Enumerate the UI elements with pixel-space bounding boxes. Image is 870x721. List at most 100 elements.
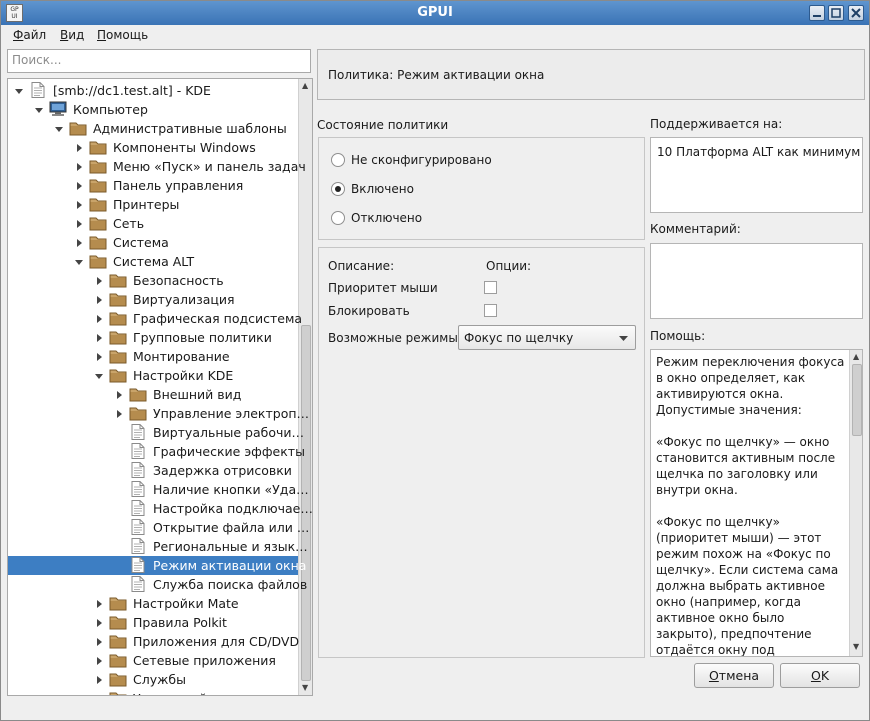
tree-item[interactable]: Система ALT bbox=[8, 252, 298, 271]
tree-item-label: Настройка подключае… bbox=[153, 501, 313, 516]
collapse-arrow-icon[interactable] bbox=[74, 199, 84, 209]
minimize-button[interactable] bbox=[809, 5, 825, 21]
description-label: Описание: bbox=[328, 259, 395, 273]
collapse-arrow-icon[interactable] bbox=[94, 655, 104, 665]
title-bar[interactable]: GP UI GPUI bbox=[1, 1, 869, 25]
tree-item[interactable]: Региональные и язык… bbox=[8, 537, 308, 556]
expand-arrow-icon[interactable] bbox=[74, 256, 84, 266]
tree-item[interactable]: Безопасность bbox=[8, 271, 298, 290]
tree-item[interactable]: Настройки Mate bbox=[8, 594, 298, 613]
mouse-priority-checkbox[interactable] bbox=[484, 281, 497, 294]
tree-item[interactable]: Монтирование bbox=[8, 347, 298, 366]
collapse-arrow-icon[interactable] bbox=[94, 294, 104, 304]
cancel-label: тмена bbox=[718, 668, 760, 683]
tree-item[interactable]: Виртуальные рабочи… bbox=[8, 423, 304, 442]
help-textbox[interactable]: Режим переключения фокуса в окно определ… bbox=[650, 349, 863, 657]
tree-item[interactable]: Принтеры bbox=[8, 195, 298, 214]
scroll-up-icon[interactable]: ▲ bbox=[302, 81, 308, 90]
close-icon bbox=[851, 8, 861, 18]
collapse-arrow-icon[interactable] bbox=[114, 408, 124, 418]
policy-tree[interactable]: ▲ ▼ [smb://dc1.test.alt] - KDE Компьютер А… bbox=[7, 78, 313, 696]
scroll-down-icon[interactable]: ▼ bbox=[302, 683, 308, 692]
menu-file[interactable]: Файл bbox=[13, 28, 46, 42]
expand-arrow-icon[interactable] bbox=[14, 85, 24, 95]
tree-item[interactable]: Графические эффекты bbox=[8, 442, 305, 461]
tree-item[interactable]: Панель управления bbox=[8, 176, 298, 195]
collapse-arrow-icon[interactable] bbox=[94, 674, 104, 684]
tree-item[interactable]: Меню «Пуск» и панель задач bbox=[8, 157, 306, 176]
radio-enabled-circle[interactable] bbox=[331, 182, 345, 196]
tree-item-label: Задержка отрисовки bbox=[153, 463, 292, 478]
radio-disabled-circle[interactable] bbox=[331, 211, 345, 225]
collapse-arrow-icon[interactable] bbox=[74, 161, 84, 171]
close-button[interactable] bbox=[848, 5, 864, 21]
folder-icon bbox=[109, 310, 127, 326]
help-scroll-down-icon[interactable]: ▼ bbox=[853, 642, 859, 651]
collapse-arrow-icon[interactable] bbox=[94, 693, 104, 695]
collapse-arrow-icon[interactable] bbox=[74, 180, 84, 190]
collapse-arrow-icon[interactable] bbox=[74, 218, 84, 228]
menu-help[interactable]: Помощь bbox=[97, 28, 148, 42]
ok-button[interactable]: OK bbox=[780, 663, 860, 688]
help-scrollbar-thumb[interactable] bbox=[852, 364, 862, 436]
tree-item[interactable]: Правила Polkit bbox=[8, 613, 298, 632]
minimize-icon bbox=[813, 15, 821, 17]
modes-select-value: Фокус по щелчку bbox=[464, 331, 574, 345]
tree-item[interactable]: [smb://dc1.test.alt] - KDE bbox=[8, 81, 298, 100]
tree-item[interactable]: Графическая подсистема bbox=[8, 309, 302, 328]
tree-item[interactable]: Сеть bbox=[8, 214, 298, 233]
tree-item[interactable]: Система bbox=[8, 233, 298, 252]
tree-item-label: Настройки KDE bbox=[133, 368, 234, 383]
menu-view[interactable]: Вид bbox=[60, 28, 84, 42]
tree-item-label: Управление электроп… bbox=[153, 406, 310, 421]
collapse-arrow-icon[interactable] bbox=[94, 636, 104, 646]
expand-arrow-icon[interactable] bbox=[34, 104, 44, 114]
tree-item[interactable]: Службы bbox=[8, 670, 298, 689]
collapse-arrow-icon[interactable] bbox=[94, 275, 104, 285]
tree-item[interactable]: Открытие файла или … bbox=[8, 518, 309, 537]
search-input[interactable]: Поиск... bbox=[7, 49, 311, 73]
tree-item[interactable]: Административные шаблоны bbox=[8, 119, 298, 138]
block-checkbox[interactable] bbox=[484, 304, 497, 317]
radio-not-configured-circle[interactable] bbox=[331, 153, 345, 167]
tree-item[interactable]: Приложения для CD/DVD bbox=[8, 632, 300, 651]
tree-item-label: Принтеры bbox=[113, 197, 180, 212]
collapse-arrow-icon[interactable] bbox=[94, 351, 104, 361]
menu-view-mnemonic: В bbox=[60, 28, 69, 42]
tree-item[interactable]: Настройка подключае… bbox=[8, 499, 312, 518]
collapse-arrow-icon[interactable] bbox=[74, 142, 84, 152]
supported-field[interactable]: 10 Платформа ALT как минимум bbox=[650, 137, 863, 213]
tree-item[interactable]: Управление электроп… bbox=[8, 404, 309, 423]
tree-item[interactable]: Служба поиска файлов bbox=[8, 575, 307, 594]
maximize-button[interactable] bbox=[828, 5, 844, 21]
tree-item[interactable]: Режим активации окна bbox=[8, 556, 306, 575]
modes-select[interactable]: Фокус по щелчку bbox=[458, 325, 636, 350]
tree-item[interactable]: Компоненты Windows bbox=[8, 138, 298, 157]
tree-item[interactable]: Настройки KDE bbox=[8, 366, 298, 385]
state-label: Состояние политики bbox=[317, 118, 449, 132]
tree-item[interactable]: Удаленный доступ через bbox=[8, 689, 298, 695]
collapse-arrow-icon[interactable] bbox=[94, 332, 104, 342]
collapse-arrow-icon[interactable] bbox=[94, 617, 104, 627]
tree-item[interactable]: Внешний вид bbox=[8, 385, 298, 404]
help-scrollbar[interactable]: ▲ ▼ bbox=[849, 350, 862, 656]
collapse-arrow-icon[interactable] bbox=[94, 598, 104, 608]
collapse-arrow-icon[interactable] bbox=[74, 237, 84, 247]
tree-item[interactable]: Компьютер bbox=[8, 100, 298, 119]
tree-item[interactable]: Наличие кнопки «Уда… bbox=[8, 480, 309, 499]
tree-item[interactable]: Задержка отрисовки bbox=[8, 461, 298, 480]
help-scroll-up-icon[interactable]: ▲ bbox=[853, 352, 859, 361]
tree-item-label: Наличие кнопки «Уда… bbox=[153, 482, 309, 497]
tree-item[interactable]: Виртуализация bbox=[8, 290, 298, 309]
collapse-arrow-icon[interactable] bbox=[114, 389, 124, 399]
tree-item-label: Приложения для CD/DVD bbox=[133, 634, 300, 649]
comment-textarea[interactable] bbox=[650, 243, 863, 319]
tree-item[interactable]: Сетевые приложения bbox=[8, 651, 298, 670]
expand-arrow-icon[interactable] bbox=[54, 123, 64, 133]
tree-item-label: Открытие файла или … bbox=[153, 520, 310, 535]
collapse-arrow-icon[interactable] bbox=[94, 313, 104, 323]
cancel-button[interactable]: Отмена bbox=[694, 663, 774, 688]
tree-item-label: Система bbox=[113, 235, 169, 250]
expand-arrow-icon[interactable] bbox=[94, 370, 104, 380]
tree-item[interactable]: Групповые политики bbox=[8, 328, 298, 347]
